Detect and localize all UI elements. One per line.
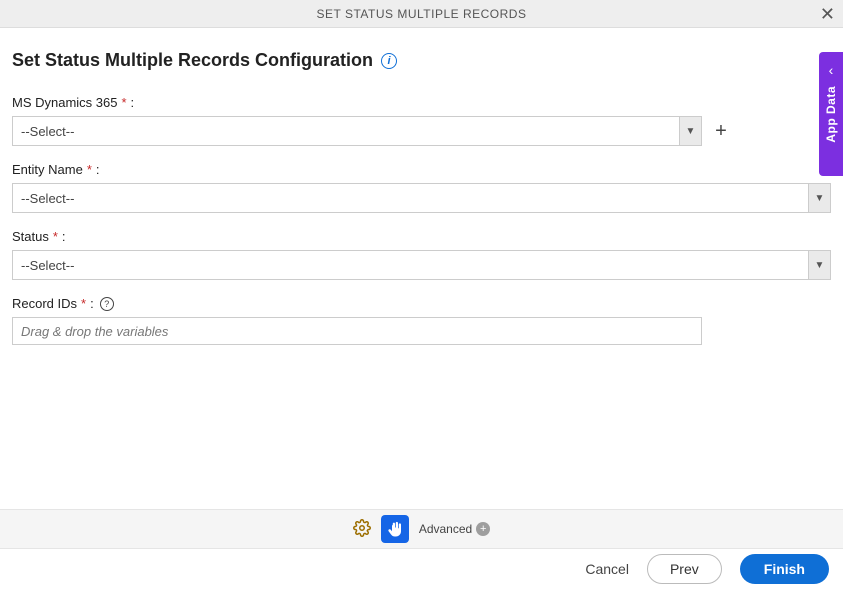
- field-record-ids: Record IDs *: ?: [12, 296, 831, 345]
- form-area: Set Status Multiple Records Configuratio…: [0, 28, 843, 345]
- label-record-ids-text: Record IDs: [12, 296, 77, 311]
- label-colon: :: [62, 229, 66, 244]
- footer-actions: Cancel Prev Finish: [0, 551, 843, 587]
- chevron-down-icon: ▼: [808, 184, 830, 212]
- label-entity-name: Entity Name *:: [12, 162, 831, 177]
- add-connection-button[interactable]: +: [712, 121, 730, 141]
- app-data-label: App Data: [824, 86, 838, 143]
- select-row-ms-dynamics: --Select-- ▼ +: [12, 116, 831, 146]
- titlebar: SET STATUS MULTIPLE RECORDS ✕: [0, 0, 843, 28]
- field-ms-dynamics: MS Dynamics 365 *: --Select-- ▼ +: [12, 95, 831, 146]
- interaction-icon[interactable]: [381, 515, 409, 543]
- app-data-panel-toggle[interactable]: ‹ App Data: [819, 52, 843, 176]
- plus-circle-icon: +: [476, 522, 490, 536]
- cancel-button[interactable]: Cancel: [585, 561, 629, 577]
- help-icon[interactable]: ?: [100, 297, 114, 311]
- label-record-ids: Record IDs *: ?: [12, 296, 831, 311]
- finish-button[interactable]: Finish: [740, 554, 829, 584]
- page-title: Set Status Multiple Records Configuratio…: [12, 50, 831, 71]
- window-title: SET STATUS MULTIPLE RECORDS: [317, 7, 527, 21]
- gear-icon[interactable]: [353, 519, 371, 540]
- select-value-status: --Select--: [13, 251, 808, 279]
- label-colon: :: [96, 162, 100, 177]
- required-marker: *: [53, 229, 58, 244]
- required-marker: *: [121, 95, 126, 110]
- chevron-down-icon: ▼: [679, 117, 701, 145]
- required-marker: *: [81, 296, 86, 311]
- close-icon[interactable]: ✕: [820, 5, 835, 23]
- record-ids-input[interactable]: [12, 317, 702, 345]
- field-status: Status *: --Select-- ▼: [12, 229, 831, 280]
- select-value-ms-dynamics: --Select--: [13, 117, 679, 145]
- label-colon: :: [90, 296, 94, 311]
- prev-button[interactable]: Prev: [647, 554, 722, 584]
- info-icon[interactable]: i: [381, 53, 397, 69]
- field-entity-name: Entity Name *: --Select-- ▼: [12, 162, 831, 213]
- chevron-down-icon: ▼: [808, 251, 830, 279]
- required-marker: *: [87, 162, 92, 177]
- bottom-toolbar: Advanced +: [0, 509, 843, 549]
- select-value-entity-name: --Select--: [13, 184, 808, 212]
- label-status: Status *:: [12, 229, 831, 244]
- advanced-toggle[interactable]: Advanced +: [419, 522, 490, 536]
- advanced-label-text: Advanced: [419, 522, 472, 536]
- label-ms-dynamics: MS Dynamics 365 *:: [12, 95, 831, 110]
- select-ms-dynamics[interactable]: --Select-- ▼: [12, 116, 702, 146]
- chevron-left-icon: ‹: [829, 62, 834, 78]
- page-title-text: Set Status Multiple Records Configuratio…: [12, 50, 373, 71]
- label-entity-name-text: Entity Name: [12, 162, 83, 177]
- select-status[interactable]: --Select-- ▼: [12, 250, 831, 280]
- label-status-text: Status: [12, 229, 49, 244]
- label-colon: :: [131, 95, 135, 110]
- select-entity-name[interactable]: --Select-- ▼: [12, 183, 831, 213]
- label-ms-dynamics-text: MS Dynamics 365: [12, 95, 117, 110]
